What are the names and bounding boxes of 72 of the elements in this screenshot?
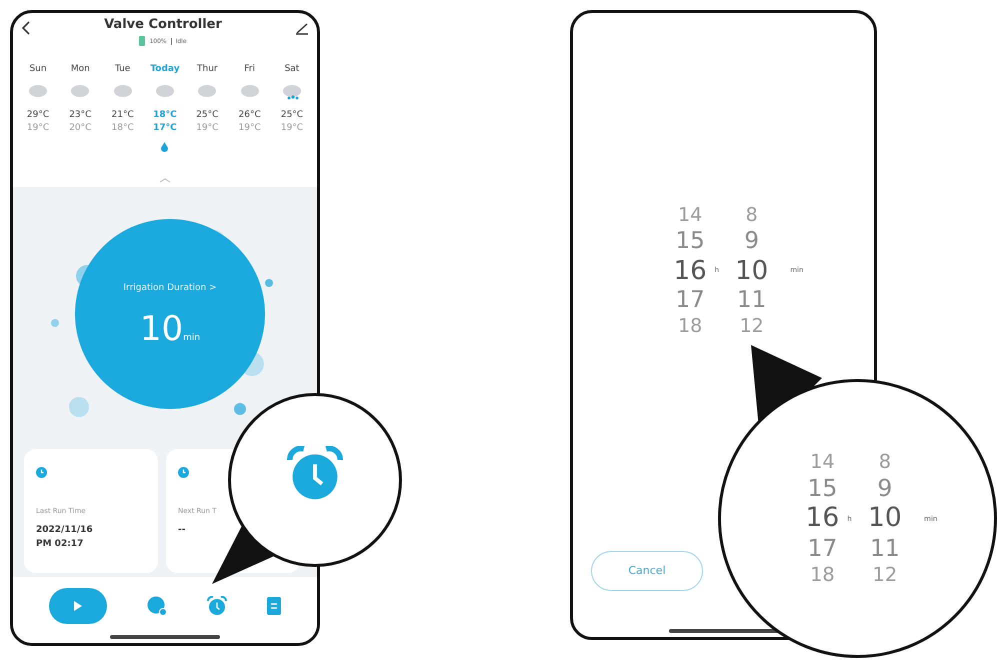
forecast-day[interactable]: Tue 21°C 18°C	[102, 63, 144, 152]
low-temp: 19°C	[26, 122, 50, 135]
picker-value[interactable]: 12	[740, 316, 764, 336]
high-temp: 29°C	[26, 108, 50, 122]
picker-value[interactable]: 9	[744, 230, 759, 252]
high-temp: 25°C	[280, 108, 304, 122]
day-label: Sat	[284, 63, 300, 76]
collapse-icon[interactable]	[159, 178, 171, 183]
picker-value[interactable]: 15	[808, 476, 838, 500]
cloud-icon	[71, 84, 90, 96]
day-label: Thur	[197, 63, 218, 76]
day-label: Sun	[29, 63, 47, 76]
play-button[interactable]	[49, 588, 107, 624]
picker-value[interactable]: 18	[810, 565, 835, 585]
cloud-icon	[29, 84, 47, 96]
picker-value[interactable]: 10	[735, 258, 768, 284]
picker-value[interactable]: 16	[674, 258, 707, 284]
cloud-icon	[198, 84, 216, 96]
duration-label[interactable]: Irrigation Duration >	[123, 282, 217, 296]
picker-value[interactable]: 17	[808, 536, 838, 560]
play-icon	[73, 600, 83, 612]
picker-value[interactable]: 14	[678, 206, 702, 224]
picker-value[interactable]: 15	[675, 230, 705, 252]
picker-value[interactable]: 12	[872, 565, 898, 585]
card-value: PM 02:17	[36, 538, 84, 550]
high-temp: 26°C	[238, 108, 261, 122]
picker-value[interactable]: 9	[877, 476, 892, 500]
picker-value[interactable]: 14	[810, 452, 835, 472]
low-temp: 20°C	[69, 122, 92, 135]
forecast-day[interactable]: Sat 25°C 19°C	[270, 63, 313, 152]
high-temp: 23°C	[69, 108, 92, 122]
picker-value[interactable]: 11	[870, 536, 900, 560]
forecast-day[interactable]: Sun 29°C 19°C	[17, 63, 59, 152]
card-value: --	[178, 524, 186, 536]
forecast-day[interactable]: Fri 26°C 19°C	[228, 63, 271, 152]
day-label: Tue	[114, 63, 130, 76]
low-temp: 18°C	[112, 122, 134, 135]
edit-icon[interactable]	[294, 21, 309, 35]
duration-value: 10	[140, 312, 184, 346]
forecast-day[interactable]: Thur 25°C 19°C	[186, 63, 228, 152]
low-temp: 19°C	[238, 122, 261, 135]
alarm-clock-icon[interactable]	[207, 596, 227, 616]
day-label: Fri	[244, 63, 255, 76]
rain-cloud-icon	[282, 84, 302, 100]
low-temp: 19°C	[196, 122, 218, 135]
back-icon[interactable]	[21, 21, 31, 35]
cancel-button[interactable]: Cancel	[591, 551, 703, 591]
day-label: Mon	[70, 63, 90, 76]
high-temp: 18°C	[153, 108, 177, 122]
document-icon[interactable]	[267, 597, 281, 615]
high-temp: 21°C	[112, 108, 134, 122]
forecast-day[interactable]: Mon 23°C 20°C	[59, 63, 102, 152]
picker-value[interactable]: 11	[737, 288, 766, 312]
low-temp: 19°C	[280, 122, 304, 135]
forecast-day[interactable]: Today 18°C 17°C	[144, 63, 186, 152]
cloud-icon	[156, 84, 174, 96]
picker-value[interactable]: 8	[878, 452, 892, 472]
duration-dial[interactable]: Irrigation Duration > 10 min	[75, 219, 265, 409]
high-temp: 25°C	[196, 108, 218, 122]
picker-value[interactable]: 8	[746, 206, 758, 224]
picker-value[interactable]: 17	[675, 288, 705, 312]
picker-value[interactable]: 10	[868, 505, 902, 532]
screen-title: Valve Controller	[104, 17, 222, 32]
duration-unit: min	[183, 332, 200, 346]
picker-value[interactable]: 18	[678, 316, 702, 336]
alarm-clock-icon[interactable]	[287, 446, 343, 502]
cloud-icon	[240, 84, 259, 96]
cloud-icon	[114, 84, 132, 96]
day-label: Today	[150, 63, 180, 76]
picker-value[interactable]: 16	[806, 505, 840, 532]
card-value: 2022/11/16	[36, 524, 94, 536]
low-temp: 17°C	[153, 122, 177, 135]
